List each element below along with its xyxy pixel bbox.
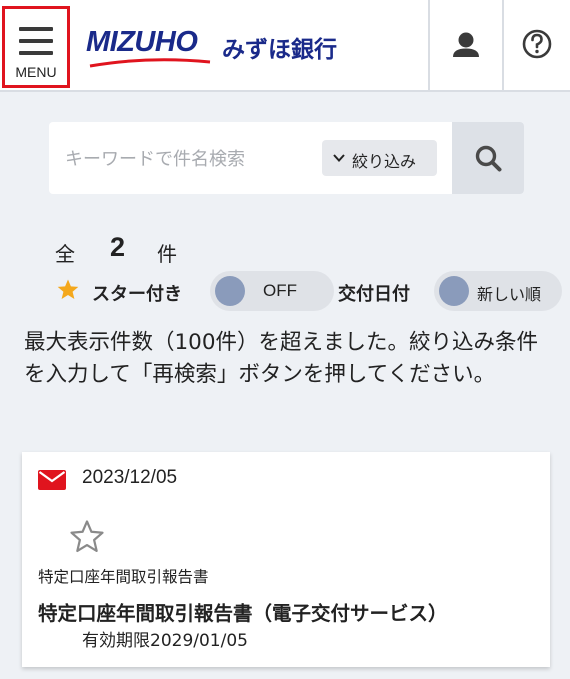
user-icon bbox=[453, 32, 479, 57]
document-title[interactable]: 特定口座年間取引報告書（電子交付サービス） bbox=[38, 597, 448, 626]
filter-label: 絞り込み bbox=[352, 152, 417, 171]
help-icon bbox=[522, 29, 552, 59]
chevron-down-icon bbox=[333, 154, 345, 162]
star-filter-toggle[interactable]: OFF bbox=[210, 271, 334, 311]
menu-label: MENU bbox=[15, 64, 57, 80]
sort-label: 交付日付 bbox=[338, 284, 410, 305]
count-prefix: 全 bbox=[55, 242, 75, 266]
star-outline-icon[interactable] bbox=[68, 518, 106, 556]
filter-button[interactable]: 絞り込み bbox=[322, 140, 437, 176]
app-header: MENU MIZUHO みずほ銀行 bbox=[0, 0, 570, 92]
document-category: 特定口座年間取引報告書 bbox=[38, 568, 209, 586]
search-button[interactable] bbox=[452, 122, 524, 194]
user-button[interactable] bbox=[430, 0, 500, 90]
search-icon bbox=[475, 145, 502, 172]
envelope-icon bbox=[38, 470, 66, 490]
toggle-knob bbox=[439, 276, 469, 306]
sort-order-label: 新しい順 bbox=[477, 285, 542, 304]
bank-name: みずほ銀行 bbox=[222, 37, 337, 63]
document-card[interactable]: 2023/12/05 特定口座年間取引報告書 特定口座年間取引報告書（電子交付サ… bbox=[22, 452, 550, 667]
document-date: 2023/12/05 bbox=[82, 467, 178, 488]
sort-order-toggle[interactable]: 新しい順 bbox=[434, 271, 562, 311]
logo-wordmark: MIZUHO bbox=[86, 26, 198, 58]
keyword-search-input[interactable] bbox=[63, 140, 322, 178]
count-suffix: 件 bbox=[157, 242, 177, 266]
help-button[interactable] bbox=[504, 0, 570, 90]
logo-swoosh-icon bbox=[89, 58, 211, 68]
filter-toggle-row: スター付き OFF 交付日付 新しい順 bbox=[0, 270, 570, 312]
star-filter-label: スター付き bbox=[92, 284, 182, 305]
max-results-message: 最大表示件数（100件）を超えました。絞り込み条件を入力して「再検索」ボタンを押… bbox=[24, 330, 539, 387]
search-bar: 絞り込み bbox=[49, 122, 524, 194]
document-expiry: 有効期限2029/01/05 bbox=[82, 631, 248, 651]
menu-button[interactable]: MENU bbox=[2, 6, 70, 88]
toggle-knob bbox=[215, 276, 245, 306]
star-filled-icon bbox=[57, 279, 79, 299]
count-number: 2 bbox=[110, 232, 126, 262]
hamburger-icon bbox=[19, 27, 55, 57]
star-toggle-state: OFF bbox=[263, 281, 297, 300]
mizuho-logo[interactable]: MIZUHO みずほ銀行 bbox=[86, 26, 366, 70]
